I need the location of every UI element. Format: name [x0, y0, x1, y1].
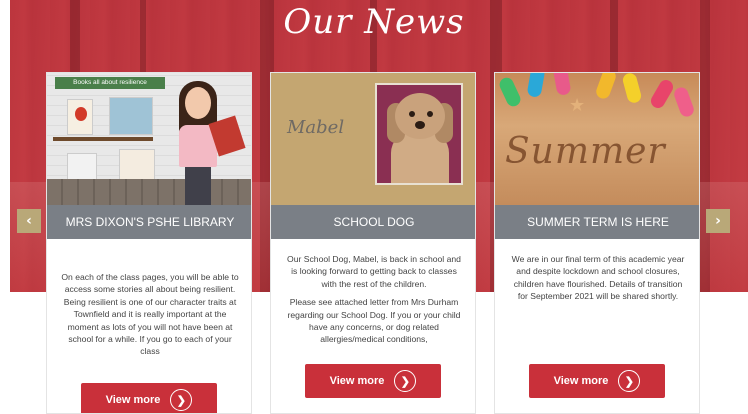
view-more-label: View more: [329, 375, 385, 387]
starfish-icon: ★: [569, 95, 586, 116]
view-more-button[interactable]: View more ❯: [81, 383, 217, 413]
news-card-image[interactable]: Mabel: [271, 73, 475, 205]
chevron-left-icon: ‹: [26, 213, 32, 229]
excerpt-paragraph: Please see attached letter from Mrs Durh…: [287, 297, 461, 345]
news-card-title[interactable]: SUMMER TERM IS HERE: [495, 205, 699, 239]
book-cover: [109, 97, 153, 135]
dog-nose: [415, 121, 425, 129]
news-card-title[interactable]: MRS DIXON'S PSHE LIBRARY: [47, 205, 251, 239]
news-card-title[interactable]: SCHOOL DOG: [271, 205, 475, 239]
view-more-button[interactable]: View more ❯: [305, 364, 441, 398]
library-floor: [47, 179, 251, 205]
carousel-prev-button[interactable]: ‹: [17, 209, 41, 233]
excerpt-paragraph: Our School Dog, Mabel, is back in school…: [287, 254, 461, 289]
section-title: Our News: [283, 2, 465, 42]
news-card-excerpt: We are in our final term of this academi…: [509, 253, 687, 347]
excerpt-paragraph: On each of the class pages, you will be …: [61, 272, 239, 357]
carousel-next-button[interactable]: ›: [706, 209, 730, 233]
dog-photo: [375, 83, 463, 185]
image-caption: Mabel: [287, 117, 345, 138]
news-card-excerpt: Our School Dog, Mabel, is back in school…: [285, 253, 463, 347]
news-card: Mabel SCHOOL DOG Our School Dog, Mabel, …: [270, 72, 476, 414]
image-caption: Books all about resilience: [55, 77, 165, 89]
chevron-right-icon: ›: [715, 213, 721, 229]
avatar-legs: [185, 167, 211, 205]
news-card-image[interactable]: ★ Summer: [495, 73, 699, 205]
dog-head: [395, 93, 445, 139]
view-more-label: View more: [553, 375, 609, 387]
bookshelf: [53, 137, 153, 141]
news-card-excerpt: On each of the class pages, you will be …: [61, 271, 239, 375]
image-caption: Summer: [505, 131, 666, 172]
dog-eye: [409, 111, 415, 117]
view-more-button[interactable]: View more ❯: [529, 364, 665, 398]
view-more-label: View more: [105, 394, 161, 406]
excerpt-paragraph: We are in our final term of this academi…: [511, 254, 685, 302]
chevron-right-icon: ❯: [618, 370, 641, 392]
book-illustration: [75, 107, 87, 121]
news-card-image[interactable]: Books all about resilience: [47, 73, 251, 205]
news-card: Books all about resilience MRS DIXON'S P…: [46, 72, 252, 414]
avatar-face: [185, 87, 211, 119]
chevron-right-icon: ❯: [170, 389, 193, 411]
news-card: ★ Summer SUMMER TERM IS HERE We are in o…: [494, 72, 700, 414]
dog-eye: [427, 111, 433, 117]
chevron-right-icon: ❯: [394, 370, 417, 392]
